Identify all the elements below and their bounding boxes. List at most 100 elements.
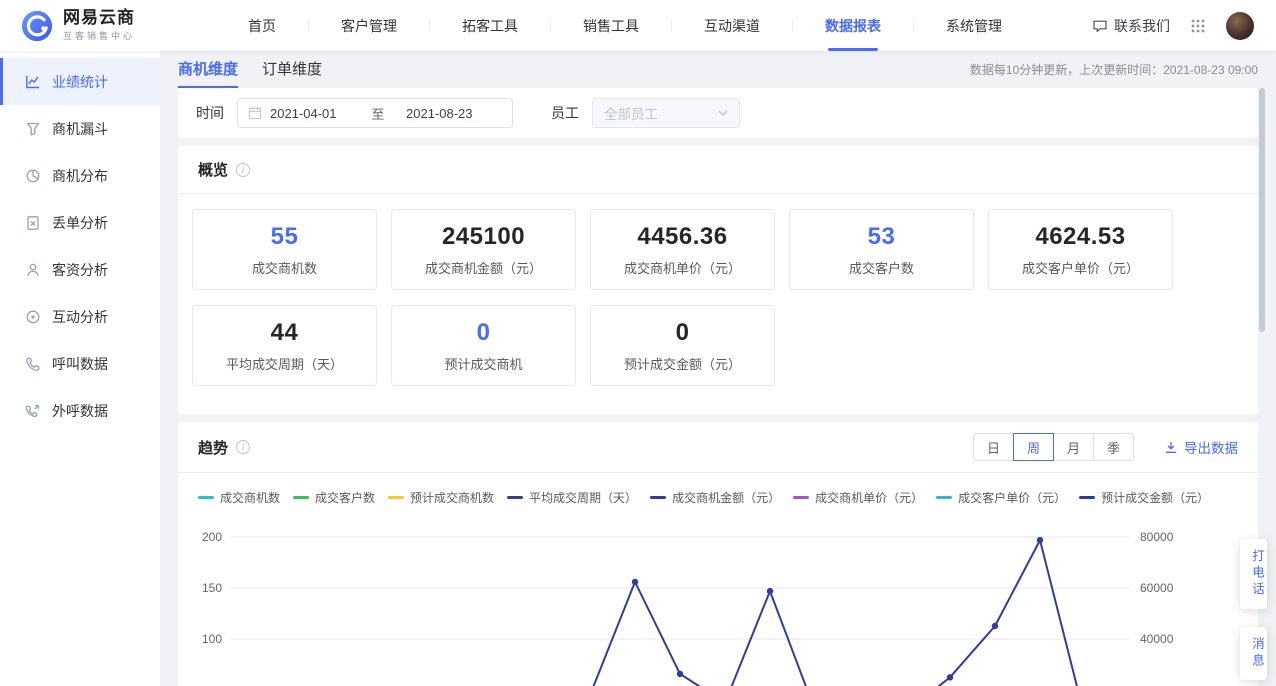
time-filter-label: 时间 — [196, 103, 224, 123]
metric-value: 0 — [477, 319, 491, 347]
sidebar-item-opportunity-funnel[interactable]: 商机漏斗 — [0, 105, 160, 152]
customer-icon — [25, 262, 41, 278]
legend-label: 成交客户数 — [315, 489, 375, 506]
metric-value: 4456.36 — [637, 223, 727, 251]
nav-item-interaction-channels[interactable]: 互动渠道 — [672, 0, 792, 51]
nav-item-system-management[interactable]: 系统管理 — [914, 0, 1034, 51]
filter-bar: 时间 2021-04-01 至 2021-08-23 员工 全部员工 — [178, 88, 1258, 138]
legend-item[interactable]: 预计成交金额（元） — [1079, 489, 1209, 506]
granularity-day-button[interactable]: 日 — [973, 433, 1014, 461]
sidebar-item-label: 互动分析 — [52, 307, 108, 327]
metric-label: 成交商机金额（元） — [425, 258, 542, 277]
metric-value: 44 — [271, 319, 299, 347]
metric-label: 成交商机单价（元） — [624, 258, 741, 277]
overview-card: 概览 i 55 成交商机数 245100 成交商机金额（元） 4456.36 成… — [178, 146, 1258, 414]
brand-logo: 网易云商 互客销售中心 — [0, 9, 180, 43]
nav-item-data-reports[interactable]: 数据报表 — [793, 0, 913, 51]
y-axis-tick: 60000 — [1140, 581, 1173, 595]
legend-item[interactable]: 成交商机数 — [198, 489, 280, 506]
contact-us-button[interactable]: 联系我们 — [1092, 16, 1170, 36]
legend-color-chip — [198, 496, 214, 499]
info-icon[interactable]: i — [236, 440, 250, 454]
legend-label: 平均成交周期（天） — [529, 489, 637, 506]
y-axis-tick: 100 — [202, 632, 222, 646]
chart-line-icon — [25, 74, 41, 90]
date-start-value: 2021-04-01 — [270, 106, 358, 121]
messages-fab[interactable]: 消息 — [1240, 627, 1267, 680]
legend-item[interactable]: 成交客户数 — [293, 489, 375, 506]
legend-color-chip — [936, 496, 952, 499]
date-range-separator: 至 — [358, 104, 398, 123]
sidebar-item-call-data[interactable]: 呼叫数据 — [0, 340, 160, 387]
legend-label: 成交商机单价（元） — [815, 489, 923, 506]
granularity-month-button[interactable]: 月 — [1053, 433, 1094, 461]
pie-chart-icon — [25, 168, 41, 184]
sidebar-item-performance-stats[interactable]: 业绩统计 — [0, 58, 160, 105]
legend-label: 成交客户单价（元） — [958, 489, 1066, 506]
metric-label: 成交客户数 — [849, 258, 914, 277]
sidebar-item-label: 商机分布 — [52, 166, 108, 186]
metric-card[interactable]: 55 成交商机数 — [192, 209, 377, 290]
sidebar-item-outbound-call-data[interactable]: 外呼数据 — [0, 387, 160, 434]
funnel-icon — [25, 121, 41, 137]
date-range-picker[interactable]: 2021-04-01 至 2021-08-23 — [237, 98, 513, 128]
granularity-switch: 日 周 月 季 — [973, 433, 1134, 461]
legend-item[interactable]: 成交商机金额（元） — [650, 489, 780, 506]
overview-metrics: 55 成交商机数 245100 成交商机金额（元） 4456.36 成交商机单价… — [178, 194, 1258, 414]
grid-icon — [1190, 18, 1206, 34]
legend-item[interactable]: 预计成交商机数 — [388, 489, 494, 506]
y-axis-tick: 150 — [202, 581, 222, 595]
calendar-icon — [248, 106, 262, 120]
sidebar-item-customer-asset-analysis[interactable]: 客资分析 — [0, 246, 160, 293]
user-avatar[interactable] — [1226, 12, 1254, 40]
metric-value: 55 — [271, 223, 299, 251]
legend-color-chip — [650, 496, 666, 499]
sidebar-item-interaction-analysis[interactable]: 互动分析 — [0, 293, 160, 340]
download-icon — [1164, 441, 1178, 454]
granularity-quarter-button[interactable]: 季 — [1093, 433, 1134, 461]
brand-subtitle: 互客销售中心 — [63, 29, 135, 42]
legend-item[interactable]: 平均成交周期（天） — [507, 489, 637, 506]
nav-item-sales-tools[interactable]: 销售工具 — [551, 0, 671, 51]
nav-item-prospecting-tools[interactable]: 拓客工具 — [430, 0, 550, 51]
sidebar: 业绩统计 商机漏斗 商机分布 丢单分析 客资分析 互动分析 呼叫数据 — [0, 51, 160, 686]
sidebar-item-opportunity-distribution[interactable]: 商机分布 — [0, 152, 160, 199]
staff-select-value: 全部员工 — [604, 103, 658, 123]
nav-item-home[interactable]: 首页 — [216, 0, 308, 51]
tab-order-dimension[interactable]: 订单维度 — [262, 51, 322, 88]
info-icon[interactable]: i — [236, 163, 250, 177]
tab-opportunity-dimension[interactable]: 商机维度 — [178, 51, 238, 88]
metric-card[interactable]: 0 预计成交商机 — [391, 305, 576, 386]
export-data-button[interactable]: 导出数据 — [1164, 437, 1238, 457]
make-call-fab[interactable]: 打电话 — [1240, 539, 1267, 609]
metric-card[interactable]: 53 成交客户数 — [789, 209, 974, 290]
interaction-icon — [25, 309, 41, 325]
sidebar-item-label: 丢单分析 — [52, 213, 108, 233]
metric-card: 4624.53 成交客户单价（元） — [988, 209, 1173, 290]
export-data-label: 导出数据 — [1184, 437, 1238, 457]
legend-label: 成交商机数 — [220, 489, 280, 506]
brand-logo-icon — [20, 9, 54, 43]
apps-grid-button[interactable] — [1190, 18, 1206, 34]
legend-label: 预计成交金额（元） — [1101, 489, 1209, 506]
legend-item[interactable]: 成交客户单价（元） — [936, 489, 1066, 506]
trend-plot-area — [230, 522, 1130, 686]
main-content: 商机维度 订单维度 数据每10分钟更新，上次更新时间：2021-08-23 09… — [160, 51, 1276, 686]
legend-item[interactable]: 成交商机单价（元） — [793, 489, 923, 506]
metric-value: 245100 — [442, 223, 525, 251]
granularity-week-button[interactable]: 周 — [1013, 433, 1054, 461]
sidebar-item-lost-order-analysis[interactable]: 丢单分析 — [0, 199, 160, 246]
sidebar-item-label: 外呼数据 — [52, 401, 108, 421]
staff-filter-label: 员工 — [551, 103, 579, 123]
sidebar-item-label: 业绩统计 — [52, 72, 108, 92]
lost-order-icon — [25, 215, 41, 231]
chart-legend: 成交商机数 成交客户数 预计成交商机数 平均成交周期（天） 成交商机金额（元） … — [198, 489, 1238, 506]
staff-select[interactable]: 全部员工 — [592, 98, 740, 128]
scrollbar-thumb[interactable] — [1259, 88, 1265, 332]
trend-card: 趋势 i 日 周 月 季 导出数据 成交商机数 成交 — [178, 422, 1258, 686]
legend-color-chip — [507, 496, 523, 499]
trend-chart: 200 150 100 80000 60000 40000 — [198, 522, 1238, 686]
y-axis-tick: 200 — [202, 530, 222, 544]
nav-item-customer-management[interactable]: 客户管理 — [309, 0, 429, 51]
metric-label: 成交客户单价（元） — [1022, 258, 1139, 277]
